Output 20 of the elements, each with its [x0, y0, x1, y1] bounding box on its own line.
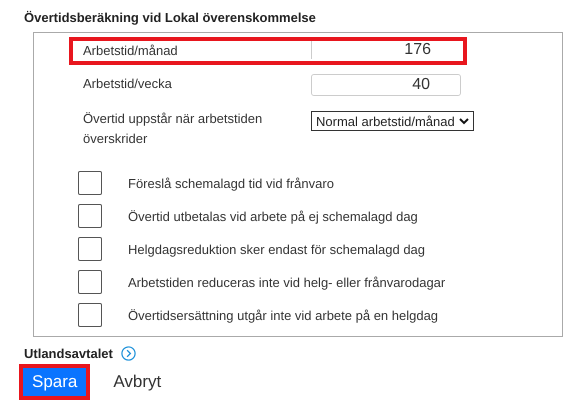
field-label: Övertid uppstår när arbetstiden överskrider [83, 110, 264, 148]
dropdown[interactable]: Normal arbetstid/månad [311, 111, 474, 131]
checkbox[interactable] [78, 171, 102, 195]
field-label: Arbetstid/månad [83, 42, 179, 60]
input-field[interactable]: 40 [311, 74, 461, 96]
section-title: Utlandsavtalet [24, 346, 113, 361]
checkbox[interactable] [78, 237, 102, 261]
checkbox-label: Övertidsersättning utgår inte vid arbete på en helgdag [128, 308, 438, 322]
checkbox-label: Helgdagsreduktion sker endast för schemalagd dag [128, 242, 426, 256]
chevron-right-icon[interactable] [120, 346, 136, 361]
section-title: Övertidsberäkning vid Lokal överenskommelse [24, 10, 316, 25]
field-label: Arbetstid/vecka [83, 75, 173, 93]
checkbox[interactable] [78, 270, 102, 294]
checkbox[interactable] [78, 303, 102, 327]
save-button[interactable]: Spara [19, 364, 90, 400]
caret-icon [459, 118, 469, 124]
checkbox[interactable] [78, 204, 102, 228]
checkbox-label: Arbetstiden reduceras inte vid helg- eller frånvarodagar [128, 274, 446, 290]
checkbox-label: Föreslå schemalagd tid vid frånvaro [128, 176, 334, 190]
checkbox-label: Övertid utbetalas vid arbete på ej schemalagd dag [128, 208, 418, 224]
